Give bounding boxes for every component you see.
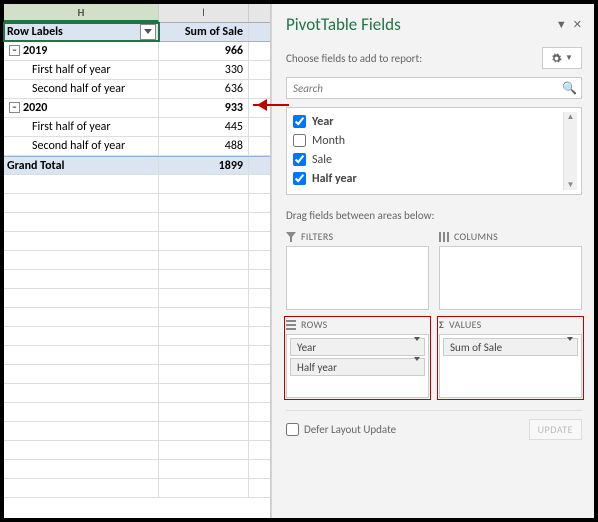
cell-label: First half of year	[4, 61, 159, 79]
search-input[interactable]	[286, 77, 582, 99]
empty-row[interactable]	[4, 346, 270, 365]
cell-label: 2020	[23, 101, 47, 115]
empty-row[interactable]	[4, 175, 270, 194]
empty-row[interactable]	[4, 270, 270, 289]
pane-title: PivotTable Fields	[286, 14, 550, 35]
cell-value: 966	[159, 42, 249, 60]
col-header-I[interactable]: I	[159, 4, 249, 22]
empty-row[interactable]	[4, 479, 270, 498]
empty-row[interactable]	[4, 460, 270, 479]
empty-row[interactable]	[4, 194, 270, 213]
column-headers: H I	[4, 4, 270, 23]
cell-label: Grand Total	[4, 157, 159, 174]
filter-icon	[286, 232, 296, 242]
table-row[interactable]: First half of year 445	[4, 118, 270, 137]
pivot-header-row: Row Labels Sum of Sale	[4, 23, 270, 42]
chevron-down-icon[interactable]	[414, 361, 420, 374]
collapse-icon[interactable]: −	[9, 45, 20, 56]
app-window: H I Row Labels Sum of Sale −2019 966 Fir…	[4, 4, 594, 518]
field-checkbox[interactable]	[293, 134, 306, 147]
empty-row[interactable]	[4, 289, 270, 308]
sum-of-sale-header[interactable]: Sum of Sale	[159, 23, 249, 41]
empty-row[interactable]	[4, 251, 270, 270]
close-icon[interactable]: ✕	[573, 18, 582, 31]
cell-value: 1899	[159, 157, 249, 174]
chevron-down-icon[interactable]	[567, 341, 573, 354]
pane-subtitle: Choose fields to add to report:	[286, 52, 542, 65]
cell-value: 488	[159, 137, 249, 155]
defer-checkbox-label[interactable]: Defer Layout Update	[286, 423, 529, 436]
cell-label: First half of year	[4, 118, 159, 136]
table-row[interactable]: −2020 933	[4, 99, 270, 118]
cell-value: 445	[159, 118, 249, 136]
field-year[interactable]: Year	[291, 112, 563, 131]
fields-list: Year Month Sale Half year ▲ ▼	[286, 107, 582, 195]
search-box[interactable]: 🔍	[286, 77, 582, 99]
update-button[interactable]: UPDATE	[529, 419, 582, 440]
chevron-down-icon[interactable]: ▼	[556, 18, 567, 31]
settings-button[interactable]: ▼	[542, 47, 582, 69]
chevron-down-icon[interactable]	[414, 341, 420, 354]
cell-value: 636	[159, 80, 249, 98]
grand-total-row[interactable]: Grand Total 1899	[4, 156, 270, 175]
empty-row[interactable]	[4, 403, 270, 422]
search-icon: 🔍	[562, 81, 577, 96]
field-half-year[interactable]: Half year	[291, 169, 563, 188]
collapse-icon[interactable]: −	[9, 102, 20, 113]
scroll-up-icon[interactable]: ▲	[567, 112, 575, 122]
sigma-icon: Σ	[439, 318, 444, 331]
row-labels-text: Row Labels	[7, 25, 63, 39]
table-row[interactable]: First half of year 330	[4, 61, 270, 80]
cell-label: 2019	[23, 44, 47, 58]
row-field-halfyear[interactable]: Half year	[290, 358, 425, 376]
rows-icon	[286, 320, 296, 330]
row-field-year[interactable]: Year	[290, 338, 425, 356]
empty-row[interactable]	[4, 365, 270, 384]
table-row[interactable]: −2019 966	[4, 42, 270, 61]
field-checkbox[interactable]	[293, 115, 306, 128]
table-row[interactable]: Second half of year 636	[4, 80, 270, 99]
filter-dropdown-icon[interactable]	[140, 24, 156, 40]
col-header-H[interactable]: H	[4, 4, 159, 22]
cell-label: Second half of year	[4, 80, 159, 98]
scrollbar[interactable]: ▲ ▼	[563, 112, 577, 190]
table-row[interactable]: Second half of year 488	[4, 137, 270, 156]
scroll-down-icon[interactable]: ▼	[567, 180, 575, 190]
empty-row[interactable]	[4, 308, 270, 327]
row-labels-header[interactable]: Row Labels	[4, 23, 159, 41]
gear-icon	[551, 53, 562, 64]
columns-icon	[439, 232, 449, 242]
field-checkbox[interactable]	[293, 153, 306, 166]
defer-checkbox[interactable]	[286, 423, 299, 436]
field-month[interactable]: Month	[291, 131, 563, 150]
field-checkbox[interactable]	[293, 172, 306, 185]
empty-row[interactable]	[4, 327, 270, 346]
columns-area[interactable]: COLUMNS	[439, 230, 582, 310]
grid[interactable]: Row Labels Sum of Sale −2019 966 First h…	[4, 23, 270, 498]
worksheet[interactable]: H I Row Labels Sum of Sale −2019 966 Fir…	[4, 4, 271, 518]
drag-instruction: Drag fields between areas below:	[286, 209, 582, 222]
empty-row[interactable]	[4, 422, 270, 441]
empty-row[interactable]	[4, 384, 270, 403]
pivottable-fields-pane: PivotTable Fields ▼ ✕ Choose fields to a…	[271, 4, 594, 518]
cell-value: 933	[159, 99, 249, 117]
empty-row[interactable]	[4, 232, 270, 251]
field-sale[interactable]: Sale	[291, 150, 563, 169]
empty-row[interactable]	[4, 441, 270, 460]
filters-area[interactable]: FILTERS	[286, 230, 429, 310]
rows-area[interactable]: ROWS Year Half year	[286, 318, 429, 398]
cell-label: Second half of year	[4, 137, 159, 155]
cell-value: 330	[159, 61, 249, 79]
empty-row[interactable]	[4, 213, 270, 232]
values-area[interactable]: ΣVALUES Sum of Sale	[439, 318, 582, 398]
value-field-sumofsale[interactable]: Sum of Sale	[443, 338, 578, 356]
